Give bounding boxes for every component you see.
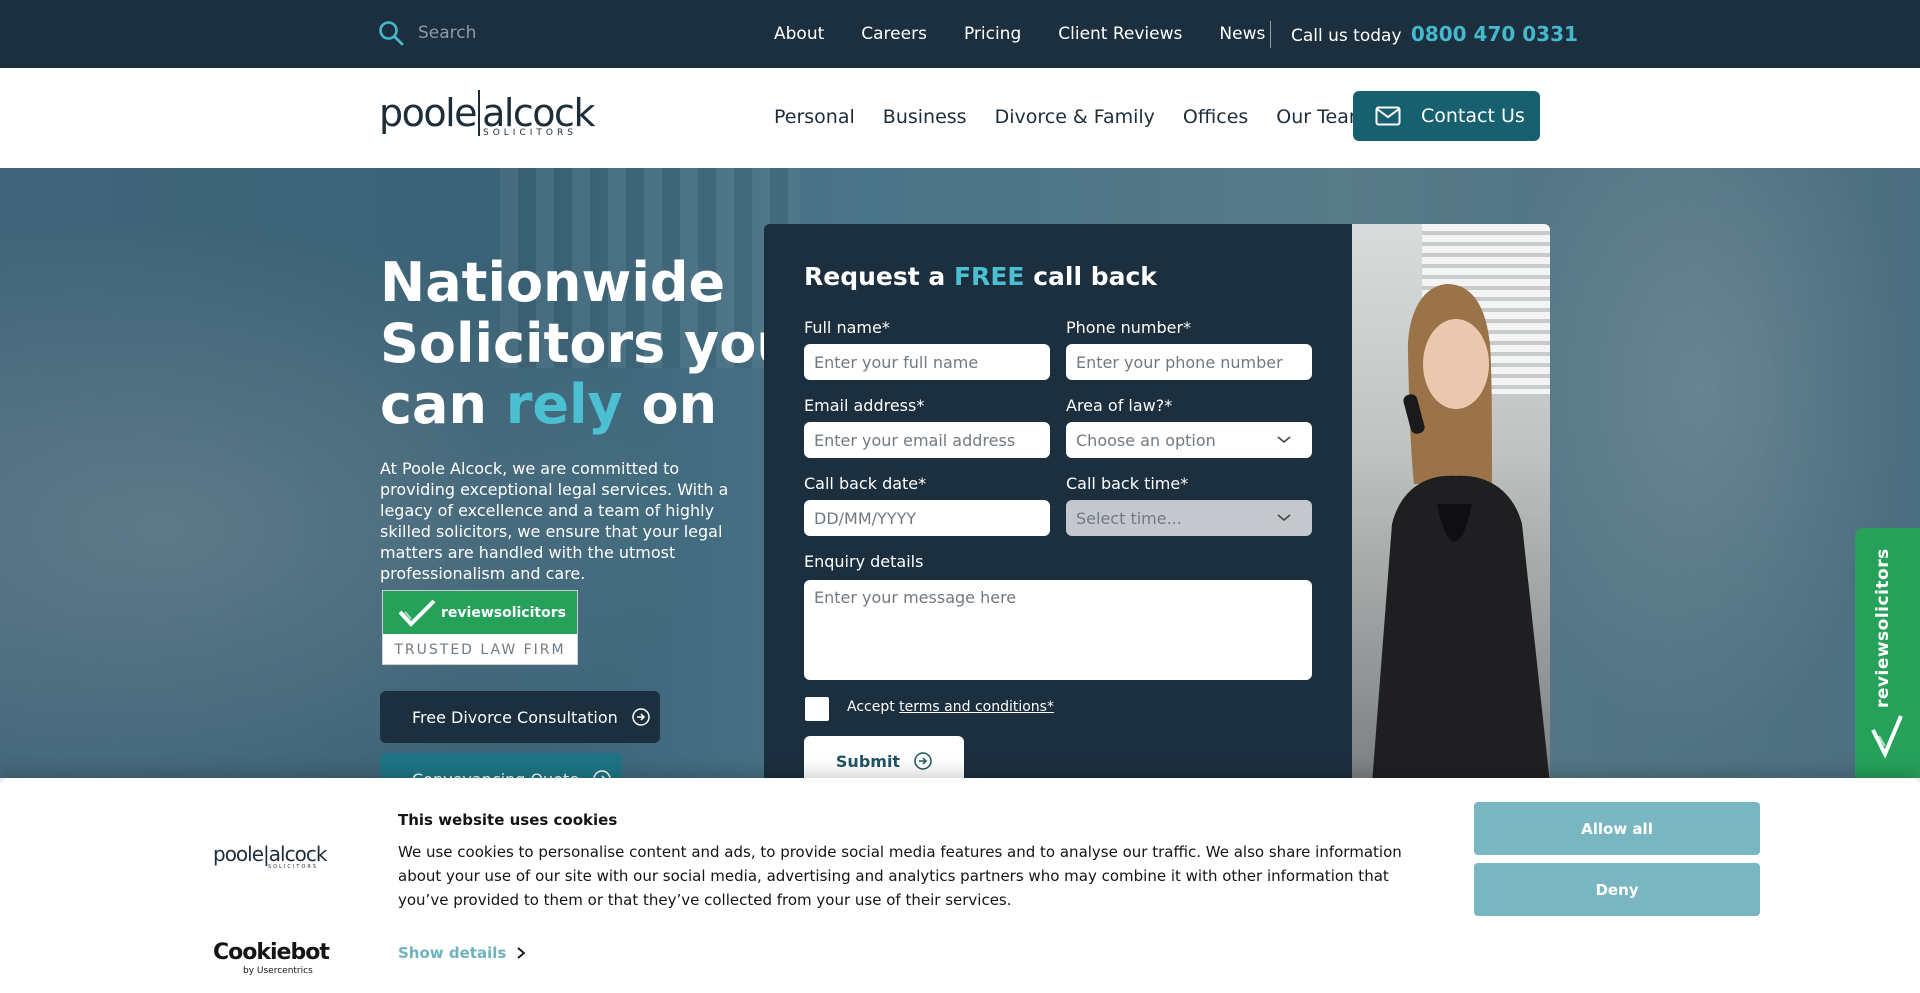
top-link-client-reviews[interactable]: Client Reviews	[1058, 24, 1182, 44]
free-divorce-consultation-label: Free Divorce Consultation	[412, 707, 618, 727]
hero-title-line1: Nationwide	[380, 251, 726, 314]
chevron-down-icon	[1277, 514, 1291, 522]
review-solicitors-side-tab[interactable]: reviewsolicitors	[1855, 528, 1920, 778]
hero-title: Nationwide Solicitors you can rely on	[380, 252, 800, 435]
call-back-time-select[interactable]: Select time...	[1066, 500, 1312, 536]
accept-terms-checkbox[interactable]	[805, 697, 829, 721]
arrow-circle-icon	[914, 752, 932, 770]
area-of-law-select[interactable]: Choose an option	[1066, 422, 1312, 458]
review-solicitors-badge[interactable]: reviewsolicitors TRUSTED LAW FIRM	[382, 590, 578, 665]
cookiebot-logo[interactable]: Cookiebot by Usercentrics	[213, 940, 330, 976]
hero-section: Nationwide Solicitors you can rely on At…	[0, 168, 1920, 778]
phone-number-label: Phone number*	[1066, 318, 1192, 337]
contact-us-button[interactable]: Contact Us	[1353, 91, 1540, 141]
main-header: poole alcock SOLICITORS Personal Business…	[0, 68, 1920, 168]
top-bar: About Careers Pricing Client Reviews New…	[0, 0, 1920, 68]
arrow-circle-icon	[632, 708, 650, 726]
cookiebot-wordmark: Cookiebot	[213, 940, 330, 965]
logo-poole: poole	[379, 91, 478, 135]
cookie-logo-subtitle: SOLICITORS	[268, 864, 318, 870]
call-label: Call us today	[1291, 26, 1402, 46]
submit-button[interactable]: Submit	[804, 736, 964, 778]
show-details-label: Show details	[398, 944, 507, 962]
email-field[interactable]	[804, 422, 1050, 458]
review-check-icon	[1871, 715, 1903, 759]
full-name-label: Full name*	[804, 318, 890, 337]
search-box[interactable]	[378, 20, 638, 46]
cookie-logo-alcock: alcock	[268, 842, 328, 866]
woman-on-phone-photo	[1352, 224, 1550, 778]
cookiebot-subtitle: by Usercentrics	[243, 966, 313, 976]
nav-personal[interactable]: Personal	[774, 106, 855, 128]
call-back-time-value: Select time...	[1076, 508, 1182, 528]
conveyancing-quote-label: Conveyancing Quote	[412, 770, 579, 779]
form-title-free: FREE	[953, 262, 1025, 291]
badge-header: reviewsolicitors	[383, 591, 577, 634]
call-back-date-field[interactable]	[804, 500, 1050, 536]
top-link-pricing[interactable]: Pricing	[964, 24, 1021, 44]
callback-form: Request a FREE call back	[804, 262, 1312, 291]
top-links: About Careers Pricing Client Reviews New…	[774, 24, 1302, 44]
contact-us-label: Contact Us	[1421, 105, 1525, 127]
logo-subtitle: SOLICITORS	[483, 128, 577, 138]
top-link-careers[interactable]: Careers	[861, 24, 927, 44]
hero-title-rely: rely	[505, 373, 623, 436]
area-of-law-value: Choose an option	[1076, 430, 1216, 450]
area-of-law-label: Area of law?*	[1066, 396, 1173, 415]
call-back-time-label: Call back time*	[1066, 474, 1189, 493]
enquiry-details-label: Enquiry details	[804, 552, 924, 571]
woman-silhouette	[1372, 284, 1550, 778]
badge-brand: reviewsolicitors	[441, 604, 566, 621]
free-divorce-consultation-button[interactable]: Free Divorce Consultation	[380, 691, 660, 743]
hero-title-on: on	[641, 373, 718, 436]
nav-business[interactable]: Business	[883, 106, 967, 128]
conveyancing-quote-button[interactable]: Conveyancing Quote	[380, 753, 622, 778]
search-input[interactable]	[418, 23, 638, 43]
search-icon[interactable]	[378, 20, 404, 46]
callback-form-card: Request a FREE call back Full name* Phon…	[764, 224, 1550, 778]
nav-offices[interactable]: Offices	[1183, 106, 1248, 128]
badge-subtitle: TRUSTED LAW FIRM	[394, 642, 566, 658]
hero-title-can: can	[380, 373, 487, 436]
site-logo[interactable]: poole alcock SOLICITORS	[379, 90, 595, 138]
allow-all-button[interactable]: Allow all	[1474, 802, 1760, 855]
cookie-title: This website uses cookies	[398, 811, 618, 829]
top-link-news[interactable]: News	[1219, 24, 1265, 44]
logo-divider	[478, 90, 481, 136]
deny-button[interactable]: Deny	[1474, 863, 1760, 916]
review-check-icon	[398, 599, 436, 627]
main-nav: Personal Business Divorce & Family Offic…	[774, 106, 1395, 128]
form-title: Request a FREE call back	[804, 262, 1312, 291]
chevron-right-icon	[517, 947, 526, 959]
terms-and-conditions-link[interactable]: terms and conditions*	[899, 699, 1054, 715]
full-name-field[interactable]	[804, 344, 1050, 380]
cookie-banner: poole|alcock SOLICITORS Cookiebot by Use…	[0, 778, 1920, 993]
enquiry-details-field[interactable]	[804, 580, 1312, 680]
cookie-banner-logo: poole|alcock SOLICITORS	[213, 842, 328, 870]
cookie-description: We use cookies to personalise content an…	[398, 843, 1402, 909]
phone-number-field[interactable]	[1066, 344, 1312, 380]
accept-terms-text: Accept terms and conditions*	[847, 699, 1054, 715]
accept-label: Accept	[847, 699, 895, 715]
hero-title-line2: Solicitors you	[380, 312, 795, 375]
top-link-about[interactable]: About	[774, 24, 824, 44]
form-title-prefix: Request a	[804, 262, 946, 291]
cookie-logo-poole: poole	[213, 842, 264, 866]
email-label: Email address*	[804, 396, 925, 415]
side-tab-label: reviewsolicitors	[1873, 548, 1893, 708]
hero-description: At Poole Alcock, we are committed to pro…	[380, 459, 729, 583]
arrow-circle-icon	[593, 770, 611, 778]
nav-divorce-family[interactable]: Divorce & Family	[995, 106, 1155, 128]
form-title-suffix: call back	[1033, 262, 1157, 291]
envelope-icon	[1375, 106, 1401, 126]
phone-number-link[interactable]: 0800 470 0331	[1411, 22, 1578, 46]
submit-label: Submit	[835, 751, 901, 771]
chevron-down-icon	[1277, 436, 1291, 444]
top-divider	[1270, 21, 1271, 48]
show-details-link[interactable]: Show details	[398, 944, 526, 962]
call-back-date-label: Call back date*	[804, 474, 927, 493]
call-us: Call us today 0800 470 0331	[1291, 22, 1578, 46]
